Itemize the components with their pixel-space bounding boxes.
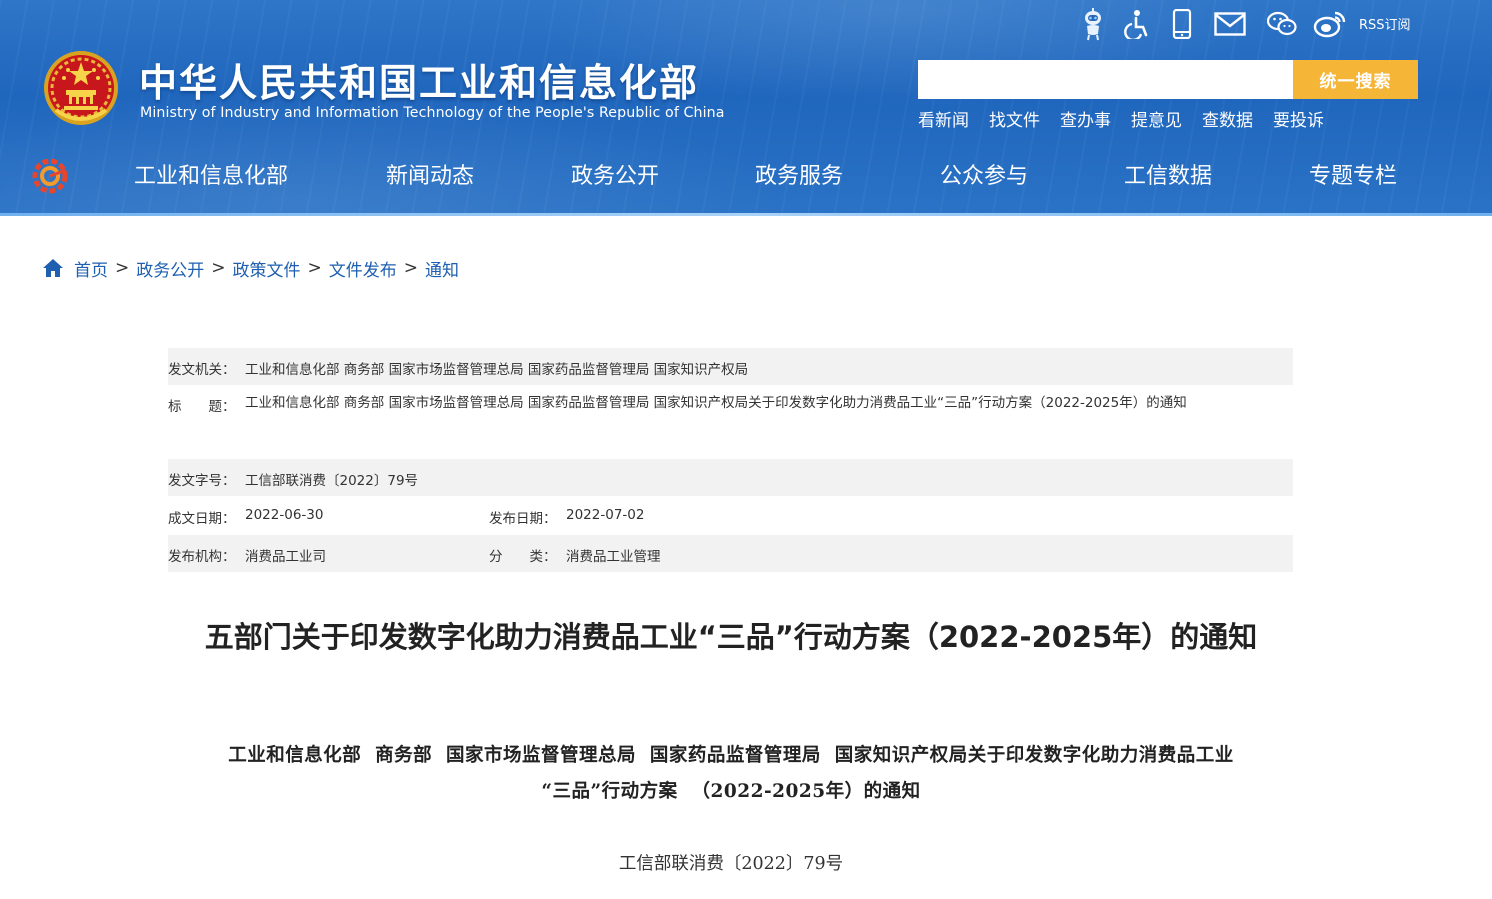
wechat-icon[interactable] [1265,6,1299,42]
main-nav: 工业和信息化部 新闻动态 政务公开 政务服务 公众参与 工信数据 专题专栏 [0,150,1492,206]
breadcrumb-separator: > [115,258,130,278]
breadcrumb: 首页 > 政务公开 > 政策文件 > 文件发布 > 通知 [42,255,459,281]
meta-value-issuer: 工业和信息化部 商务部 国家市场监督管理总局 国家药品监督管理局 国家知识产权局 [245,362,749,378]
robot-assistant-icon[interactable] [1076,6,1110,42]
meta-label-category: 分 类： [489,549,557,565]
document-heading: 工业和信息化部 商务部 国家市场监督管理总局 国家药品监督管理局 国家知识产权局… [170,738,1292,810]
site-header: 中华人民共和国工业和信息化部 Ministry of Industry and … [0,0,1492,216]
header-divider [0,213,1492,216]
meta-label-written-date: 成文日期： [168,511,236,527]
nav-item-government-affairs[interactable]: 政务公开 [571,160,659,194]
quick-link-complaint[interactable]: 要投诉 [1273,106,1324,131]
meta-label-title: 标 题： [168,399,236,415]
ministry-logo-icon[interactable] [30,156,70,196]
mail-icon[interactable] [1213,6,1247,42]
meta-value-published-date: 2022-07-02 [566,507,645,523]
nav-item-miit-data[interactable]: 工信数据 [1124,160,1212,194]
home-icon[interactable] [42,257,64,279]
meta-row-agency: 发布机构： 消费品工业司 分 类： 消费品工业管理 [168,535,1293,572]
mobile-phone-icon[interactable] [1165,6,1199,42]
quick-link-services[interactable]: 查办事 [1060,106,1111,131]
nav-item-public-participation[interactable]: 公众参与 [940,160,1028,194]
national-emblem-icon[interactable] [42,48,120,128]
breadcrumb-separator: > [307,258,322,278]
breadcrumb-file-release[interactable]: 文件发布 [329,256,397,281]
meta-row-docno: 发文字号： 工信部联消费〔2022〕79号 [168,459,1293,496]
quick-link-news[interactable]: 看新闻 [918,106,969,131]
breadcrumb-government-affairs[interactable]: 政务公开 [136,256,204,281]
meta-value-docno: 工信部联消费〔2022〕79号 [245,473,419,489]
meta-row-dates: 成文日期： 2022-06-30 发布日期： 2022-07-02 [168,496,1293,535]
quick-link-feedback[interactable]: 提意见 [1131,106,1182,131]
document-heading-line-2: “三品”行动方案 （2022-2025年）的通知 [541,781,921,802]
document-number: 工信部联消费〔2022〕79号 [618,854,844,874]
site-subtitle: Ministry of Industry and Information Tec… [140,105,725,121]
quick-links: 看新闻 找文件 查办事 提意见 查数据 要投诉 [918,106,1344,132]
weibo-icon[interactable] [1313,6,1347,42]
meta-label-issuer: 发文机关： [168,362,236,378]
meta-label-docno: 发文字号： [168,473,236,489]
meta-row-title: 标 题： 工业和信息化部 商务部 国家市场监督管理总局 国家药品监督管理局 国家… [168,385,1293,459]
breadcrumb-home[interactable]: 首页 [74,256,108,281]
accessibility-icon[interactable] [1120,6,1154,42]
search-button[interactable]: 统一搜索 [1293,60,1418,99]
site-title: 中华人民共和国工业和信息化部 [139,61,700,105]
article-title: 五部门关于印发数字化助力消费品工业“三品”行动方案（2022-2025年）的通知 [204,620,1258,654]
nav-item-government-services[interactable]: 政务服务 [755,160,843,194]
meta-label-published-date: 发布日期： [489,511,557,527]
meta-value-category: 消费品工业管理 [566,549,661,565]
document-heading-line-1: 工业和信息化部 商务部 国家市场监督管理总局 国家药品监督管理局 国家知识产权局… [228,745,1234,766]
meta-row-issuer: 发文机关： 工业和信息化部 商务部 国家市场监督管理总局 国家药品监督管理局 国… [168,348,1293,385]
quick-link-files[interactable]: 找文件 [989,106,1040,131]
breadcrumb-separator: > [403,258,418,278]
document-metadata: 发文机关： 工业和信息化部 商务部 国家市场监督管理总局 国家药品监督管理局 国… [168,348,1293,572]
quick-link-data[interactable]: 查数据 [1202,106,1253,131]
breadcrumb-notice[interactable]: 通知 [425,256,459,281]
breadcrumb-separator: > [211,258,226,278]
meta-label-agency: 发布机构： [168,549,236,565]
nav-item-special-topics[interactable]: 专题专栏 [1309,160,1397,194]
nav-item-ministry[interactable]: 工业和信息化部 [134,160,288,194]
meta-value-agency: 消费品工业司 [245,549,326,565]
meta-value-written-date: 2022-06-30 [245,507,324,523]
breadcrumb-policy-files[interactable]: 政策文件 [233,256,301,281]
rss-subscribe-link[interactable]: RSS订阅 [1359,14,1411,33]
search-input[interactable] [918,60,1293,99]
meta-value-title: 工业和信息化部 商务部 国家市场监督管理总局 国家药品监督管理局 国家知识产权局… [245,395,1187,411]
nav-item-news[interactable]: 新闻动态 [386,160,474,194]
